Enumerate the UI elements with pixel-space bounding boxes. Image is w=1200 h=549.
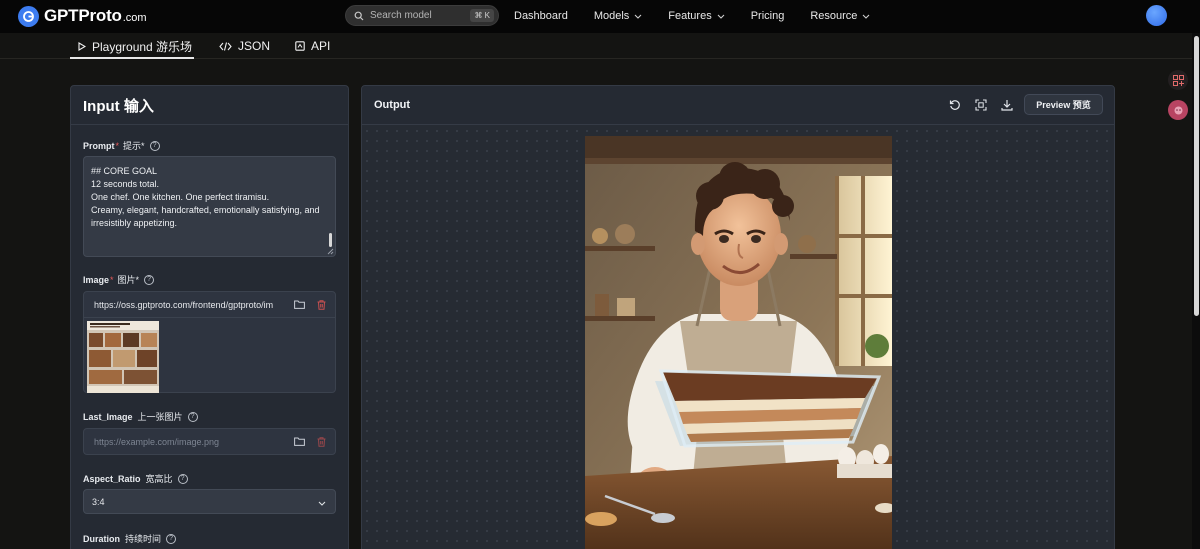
chevron-down-icon (318, 498, 326, 508)
aspect-ratio-label: Aspect_Ratio 宽高比 ? (83, 472, 188, 485)
prompt-line: Creamy, elegant, handcrafted, emotionall… (91, 205, 322, 228)
last-image-label: Last_Image 上一张图片 ? (83, 410, 198, 423)
nav-resource[interactable]: Resource (810, 10, 870, 22)
prompt-label-cn: 提示* (123, 141, 145, 151)
help-icon[interactable]: ? (177, 473, 188, 484)
nav-pricing-label: Pricing (750, 9, 785, 22)
brand-logo[interactable]: GPTProto .com (18, 5, 147, 27)
chevron-down-icon (634, 10, 642, 22)
search-icon (354, 11, 364, 21)
prompt-scrollbar[interactable] (329, 233, 332, 247)
refresh-icon[interactable] (948, 98, 962, 112)
main-nav: Dashboard Models Features Pricing Resour… (514, 0, 896, 31)
required-marker: * (110, 274, 114, 285)
resize-handle-icon[interactable] (326, 247, 334, 255)
input-panel: Input 输入 Prompt * 提示* ? ## CORE GOAL 12 … (70, 85, 349, 549)
preview-button[interactable]: Preview 预览 (1024, 94, 1103, 115)
apps-float-button[interactable] (1168, 70, 1188, 90)
prompt-textarea[interactable]: ## CORE GOAL 12 seconds total. One chef.… (83, 156, 336, 257)
code-icon (219, 41, 232, 51)
delete-icon[interactable] (317, 299, 326, 310)
search-placeholder: Search model (370, 10, 432, 21)
active-tab-indicator (70, 57, 194, 59)
search-model-input[interactable]: Search model ⌘ K (345, 5, 499, 26)
brand-name: GPTProto (44, 6, 122, 25)
nav-features[interactable]: Features (668, 9, 725, 22)
nav-resource-label: Resource (810, 9, 858, 22)
brand-suffix: .com (122, 12, 147, 24)
last-image-label-text: Last_Image (83, 411, 133, 422)
output-header: Output Preview 预览 (362, 86, 1114, 125)
playground-tabs: Playground 游乐场 JSON API (0, 33, 1192, 59)
output-title: Output (374, 99, 411, 111)
generated-output-image[interactable] (585, 136, 892, 549)
prompt-line: ## CORE GOAL (91, 166, 158, 176)
chevron-down-icon (862, 10, 870, 22)
api-icon (295, 41, 305, 51)
nav-dashboard[interactable]: Dashboard (514, 10, 568, 22)
prompt-label-text: Prompt (83, 140, 115, 151)
last-image-placeholder: https://example.com/image.png (94, 436, 220, 447)
nav-dashboard-label: Dashboard (514, 9, 568, 22)
image-url-input[interactable]: https://oss.gptproto.com/frontend/gptpro… (84, 292, 335, 318)
duration-label-text: Duration (83, 533, 120, 544)
last-image-label-cn: 上一张图片 (137, 412, 183, 422)
image-url-value: https://oss.gptproto.com/frontend/gptpro… (94, 299, 274, 310)
aspect-ratio-label-cn: 宽高比 (145, 474, 173, 484)
prompt-line: One chef. One kitchen. One perfect tiram… (91, 192, 270, 202)
help-icon[interactable]: ? (149, 140, 160, 151)
nav-models-label: Models (593, 9, 630, 22)
tab-api-label: API (311, 39, 331, 53)
user-avatar[interactable] (1146, 5, 1167, 26)
top-navbar: GPTProto .com Search model ⌘ K Dashboard… (0, 0, 1200, 33)
chevron-down-icon (717, 10, 725, 22)
duration-label-cn: 持续时间 (125, 534, 162, 544)
input-panel-title: Input 输入 (71, 86, 348, 125)
aspect-ratio-value: 3:4 (92, 496, 105, 507)
nav-features-label: Features (668, 9, 712, 22)
nav-pricing[interactable]: Pricing (751, 10, 785, 22)
duration-label: Duration 持续时间 ? (83, 532, 177, 545)
last-image-url-input[interactable]: https://example.com/image.png (83, 428, 336, 455)
delete-icon[interactable] (317, 436, 326, 447)
tab-playground[interactable]: Playground 游乐场 (78, 33, 192, 59)
tab-json[interactable]: JSON (219, 33, 270, 59)
page-scrollbar-thumb[interactable] (1194, 36, 1199, 316)
fit-screen-icon[interactable] (974, 98, 988, 112)
help-icon[interactable]: ? (166, 533, 177, 544)
help-icon[interactable]: ? (187, 411, 198, 422)
image-label-text: Image (83, 274, 110, 285)
chef-tiramisu-illustration (585, 136, 892, 549)
prompt-line: 12 seconds total. (91, 179, 160, 189)
image-field: https://oss.gptproto.com/frontend/gptpro… (83, 291, 336, 393)
aspect-ratio-select[interactable]: 3:4 (83, 489, 336, 514)
image-label-cn: 图片* (117, 275, 140, 285)
nav-models[interactable]: Models (594, 10, 642, 22)
output-actions (948, 98, 1026, 112)
folder-icon[interactable] (294, 437, 305, 446)
play-icon (78, 41, 86, 51)
logo-mark-icon (18, 5, 39, 27)
search-shortcut: ⌘ K (470, 9, 494, 22)
required-marker: * (115, 140, 120, 151)
download-icon[interactable] (1000, 98, 1014, 112)
prompt-label: Prompt * 提示* ? (83, 139, 160, 152)
image-thumbnail[interactable] (87, 321, 159, 393)
output-panel: Output Preview 预览 (361, 85, 1115, 549)
tab-api[interactable]: API (295, 33, 330, 59)
aspect-ratio-label-text: Aspect_Ratio (83, 473, 141, 484)
image-label: Image * 图片* ? (83, 273, 155, 286)
tab-json-label: JSON (238, 39, 271, 53)
assistant-float-button[interactable] (1168, 100, 1188, 120)
help-icon[interactable]: ? (144, 274, 155, 285)
tab-playground-label: Playground 游乐场 (92, 39, 193, 54)
folder-icon[interactable] (294, 300, 305, 309)
